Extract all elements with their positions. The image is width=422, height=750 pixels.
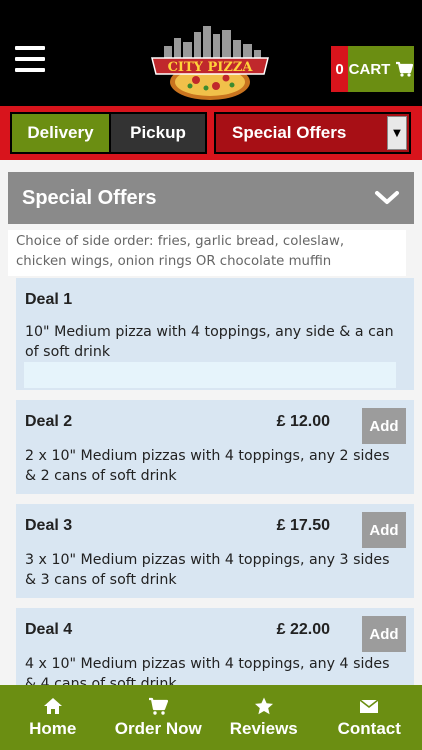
nav-home[interactable]: Home <box>0 685 106 750</box>
cart-count-badge: 0 <box>331 46 348 92</box>
deal-name: Deal 4 <box>25 621 73 638</box>
add-deal-button[interactable]: Add <box>362 408 406 444</box>
envelope-icon <box>359 698 379 713</box>
menu-icon[interactable] <box>15 46 45 72</box>
deal-options-field[interactable] <box>24 362 396 388</box>
nav-order-label: Order Now <box>114 718 202 738</box>
bottom-nav: Home Order Now Reviews Contact <box>0 685 422 750</box>
home-icon <box>43 697 62 714</box>
nav-reviews[interactable]: Reviews <box>211 685 317 750</box>
deal-name: Deal 2 <box>25 413 73 430</box>
section-title: Special Offers <box>22 187 157 209</box>
city-pizza-logo[interactable]: CITY PIZZA <box>146 24 274 104</box>
deal-price: £ 22.00 <box>276 621 330 638</box>
shopping-cart-icon <box>149 697 169 715</box>
chevron-down-icon[interactable] <box>374 186 400 210</box>
logo-text: CITY PIZZA <box>168 60 254 75</box>
deal-price: £ 17.50 <box>276 517 330 534</box>
dropdown-arrow-icon[interactable]: ▼ <box>387 116 407 150</box>
deal-description: 10" Medium pizza with 4 toppings, any si… <box>25 324 394 360</box>
deal-name: Deal 1 <box>25 291 73 308</box>
deal-card-1: Deal 1 10" Medium pizza with 4 toppings,… <box>16 278 414 390</box>
special-offers-header[interactable]: Special Offers <box>8 172 414 224</box>
cart-label: CART <box>348 60 391 78</box>
cart-button[interactable]: 0 CART <box>331 46 414 92</box>
deal-price: £ 12.00 <box>276 413 330 430</box>
deal-card-2: Deal 2 £ 12.00 Add 2 x 10" Medium pizzas… <box>16 400 414 494</box>
deal-card-4: Deal 4 £ 22.00 Add 4 x 10" Medium pizzas… <box>16 608 414 685</box>
nav-contact[interactable]: Contact <box>317 685 422 750</box>
deal-description: 3 x 10" Medium pizzas with 4 toppings, a… <box>25 552 390 588</box>
deal-name: Deal 3 <box>25 517 73 534</box>
app-header: CITY PIZZA 0 CART <box>0 0 422 106</box>
deals-list: Choice of side order: fries, garlic brea… <box>8 224 414 685</box>
side-order-note: Choice of side order: fries, garlic brea… <box>8 230 406 276</box>
nav-home-label: Home <box>29 718 77 738</box>
add-deal-button[interactable]: Add <box>362 512 406 548</box>
deal-description: 4 x 10" Medium pizzas with 4 toppings, a… <box>25 656 390 685</box>
star-icon <box>254 697 273 714</box>
shopping-cart-icon <box>396 61 414 77</box>
order-mode-bar: Delivery Pickup Special Offers ▼ <box>0 106 422 160</box>
tab-pickup[interactable]: Pickup <box>109 112 207 154</box>
add-deal-button[interactable]: Add <box>362 616 406 652</box>
cart-label-area[interactable]: CART <box>348 46 414 92</box>
category-select-value: Special Offers <box>232 123 347 142</box>
nav-contact-label: Contact <box>337 718 401 738</box>
nav-reviews-label: Reviews <box>229 718 298 738</box>
deal-card-3: Deal 3 £ 17.50 Add 3 x 10" Medium pizzas… <box>16 504 414 598</box>
category-select[interactable]: Special Offers ▼ <box>214 112 411 154</box>
tab-delivery[interactable]: Delivery <box>10 112 109 154</box>
deal-description: 2 x 10" Medium pizzas with 4 toppings, a… <box>25 448 390 484</box>
nav-order-now[interactable]: Order Now <box>106 685 212 750</box>
